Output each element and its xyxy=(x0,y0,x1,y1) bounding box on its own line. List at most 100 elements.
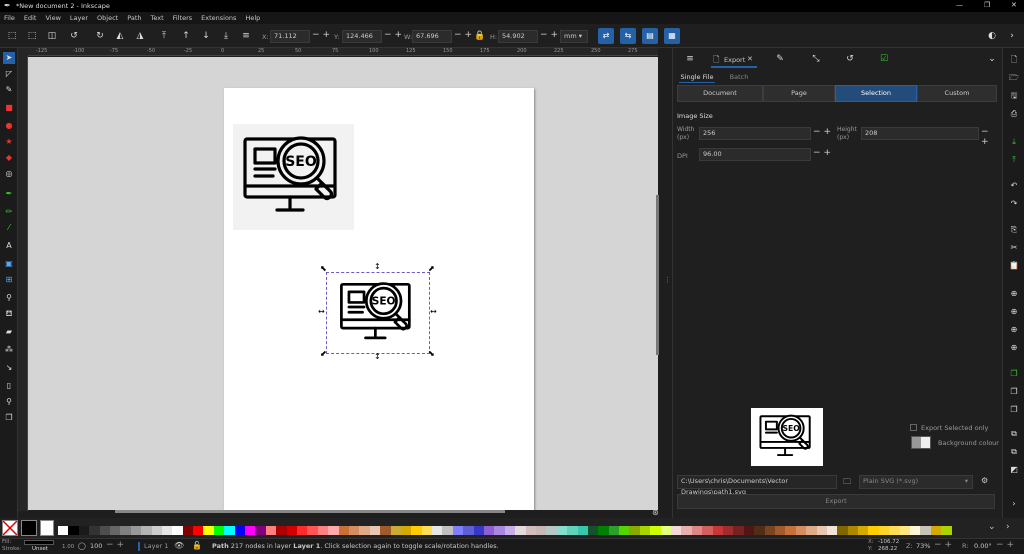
redo-icon[interactable]: ↷ xyxy=(1008,198,1020,210)
vertical-scrollbar[interactable] xyxy=(656,195,659,355)
paste-icon[interactable]: 📋 xyxy=(1008,260,1020,272)
mode-custom-button[interactable]: Custom xyxy=(917,85,997,102)
palette-swatch[interactable] xyxy=(213,526,225,535)
export-settings-gear-icon[interactable]: ⚙ xyxy=(981,476,988,485)
palette-swatch[interactable] xyxy=(348,526,360,535)
palette-swatch[interactable] xyxy=(421,526,433,535)
palette-menu-icon[interactable]: ⌄ xyxy=(988,522,996,532)
unit-select[interactable]: mm ▾ xyxy=(560,30,588,43)
horizontal-ruler[interactable]: -125 -100 -75 -50 -25 0 25 50 75 100 125 150 175 200 2… xyxy=(28,48,658,56)
palette-swatch[interactable] xyxy=(712,526,723,535)
palette-scroll-icon[interactable]: › xyxy=(1006,522,1010,532)
palette-swatch[interactable] xyxy=(878,526,890,535)
raster-image[interactable]: SEO xyxy=(233,124,354,230)
palette-swatch[interactable] xyxy=(671,526,682,535)
spray-tool-icon[interactable]: ⁂ xyxy=(3,344,15,356)
palette-swatch[interactable] xyxy=(941,526,952,535)
vertical-ruler[interactable] xyxy=(18,56,28,511)
scale-stroke-toggle[interactable]: ⇄ xyxy=(598,28,614,44)
palette-swatch[interactable] xyxy=(723,526,734,535)
menu-view[interactable]: View xyxy=(45,14,60,22)
menu-path[interactable]: Path xyxy=(127,14,141,22)
w-stepper[interactable]: −+ xyxy=(454,30,475,40)
palette-swatch[interactable] xyxy=(556,526,568,535)
palette-swatch[interactable] xyxy=(390,526,401,535)
x-field[interactable]: 71.112 xyxy=(270,30,310,43)
close-tab-icon[interactable]: ✕ xyxy=(747,55,753,63)
palette-swatch[interactable] xyxy=(920,526,931,535)
scale-corners-toggle[interactable]: ⇆ xyxy=(620,28,636,44)
eraser-tool-icon[interactable]: ▰ xyxy=(3,326,15,338)
document-properties-tab-icon[interactable]: ✎ xyxy=(773,54,787,68)
opacity-stepper[interactable]: −+ xyxy=(106,540,127,550)
menu-help[interactable]: Help xyxy=(245,14,260,22)
transform-gradients-toggle[interactable]: ▤ xyxy=(642,28,658,44)
palette-swatch[interactable] xyxy=(255,526,266,535)
filename-field[interactable]: C:\Users\chris\Documents\Vector Drawings… xyxy=(677,475,837,496)
w-field[interactable]: 67.696 xyxy=(412,30,452,43)
dpi-stepper[interactable]: −+ xyxy=(813,148,834,158)
export-icon[interactable]: ⤒ xyxy=(1008,154,1020,166)
no-paint-swatch[interactable] xyxy=(2,520,18,536)
palette-swatch[interactable] xyxy=(816,526,827,535)
palette-swatch[interactable] xyxy=(58,526,69,535)
mesh-tool-icon[interactable]: ⊞ xyxy=(3,274,15,286)
palette-swatch[interactable] xyxy=(826,526,838,535)
ungroup-icon[interactable]: ⧉ xyxy=(1008,446,1020,458)
stroke-indicator[interactable]: Unset xyxy=(32,546,48,552)
dock-splitter-handle[interactable]: ⋮ xyxy=(664,276,671,284)
close-window-button[interactable]: ✕ xyxy=(1011,1,1017,9)
node-tool-icon[interactable]: ◸ xyxy=(3,68,15,80)
zoom-stepper[interactable]: −+ xyxy=(934,540,955,550)
palette-swatch[interactable] xyxy=(400,526,412,535)
undo-history-tab-icon[interactable]: ↺ xyxy=(843,54,857,68)
palette-swatch[interactable] xyxy=(432,526,443,535)
menu-file[interactable]: File xyxy=(4,14,15,22)
stroke-width-value[interactable]: 1.00 xyxy=(62,544,74,550)
palette-swatch[interactable] xyxy=(245,526,256,535)
palette-swatch[interactable] xyxy=(442,526,453,535)
palette-swatch[interactable] xyxy=(525,526,536,535)
palette-swatch[interactable] xyxy=(265,526,277,535)
zoom-drawing-icon[interactable]: ⊕ xyxy=(1008,306,1020,318)
palette-swatch[interactable] xyxy=(504,526,516,535)
width-stepper[interactable]: −+ xyxy=(813,127,834,137)
palette-swatch[interactable] xyxy=(910,526,921,535)
palette-swatch[interactable] xyxy=(639,526,651,535)
pages-tool-icon[interactable]: ❐ xyxy=(3,412,15,424)
palette-swatch[interactable] xyxy=(785,526,796,535)
palette-swatch[interactable] xyxy=(276,526,287,535)
preferences-tab-icon[interactable]: ☑ xyxy=(877,54,891,68)
more-commands-icon[interactable]: › xyxy=(1008,498,1020,510)
x-stepper[interactable]: −+ xyxy=(312,30,333,40)
palette-swatch[interactable] xyxy=(515,526,526,535)
display-mode-icon[interactable]: ⊛ xyxy=(652,508,659,517)
zoom-selection-icon[interactable]: ⊕ xyxy=(1008,288,1020,300)
dock-menu-chevron-icon[interactable]: ⌄ xyxy=(985,54,999,68)
palette-swatch[interactable] xyxy=(463,526,474,535)
mode-selection-button[interactable]: Selection xyxy=(835,85,917,102)
palette-swatch[interactable] xyxy=(619,526,630,535)
palette-swatch[interactable] xyxy=(733,526,744,535)
rectangle-tool-icon[interactable]: ■ xyxy=(3,102,15,114)
fill-indicator[interactable] xyxy=(24,540,54,545)
palette-swatch[interactable] xyxy=(858,526,869,535)
palette-swatch[interactable] xyxy=(141,526,152,535)
zoom-page-icon[interactable]: ⊕ xyxy=(1008,324,1020,336)
snap-toggle-icon[interactable]: › xyxy=(1006,30,1018,42)
lower-to-bottom-icon[interactable]: ⤓ xyxy=(220,30,232,42)
dpi-field[interactable]: 96.00 xyxy=(699,148,811,161)
menu-filters[interactable]: Filters xyxy=(173,14,192,22)
menu-edit[interactable]: Edit xyxy=(24,14,37,22)
palette-swatch[interactable] xyxy=(182,526,194,535)
palette-swatch[interactable] xyxy=(328,526,339,535)
width-field[interactable]: 256 xyxy=(699,127,811,140)
rotate-cw-icon[interactable]: ↻ xyxy=(94,30,106,42)
palette-swatch[interactable] xyxy=(567,526,578,535)
select-all-icon[interactable]: ⬚ xyxy=(6,30,18,42)
xml-editor-tab-icon[interactable]: ⤡ xyxy=(809,54,823,68)
zoom-tool-icon[interactable]: ⚲ xyxy=(3,396,15,408)
scale-handle-w[interactable]: ↔ xyxy=(318,307,325,316)
rotation-value[interactable]: 0.00° xyxy=(974,542,992,550)
duplicate-icon[interactable]: ❐ xyxy=(1008,368,1020,380)
